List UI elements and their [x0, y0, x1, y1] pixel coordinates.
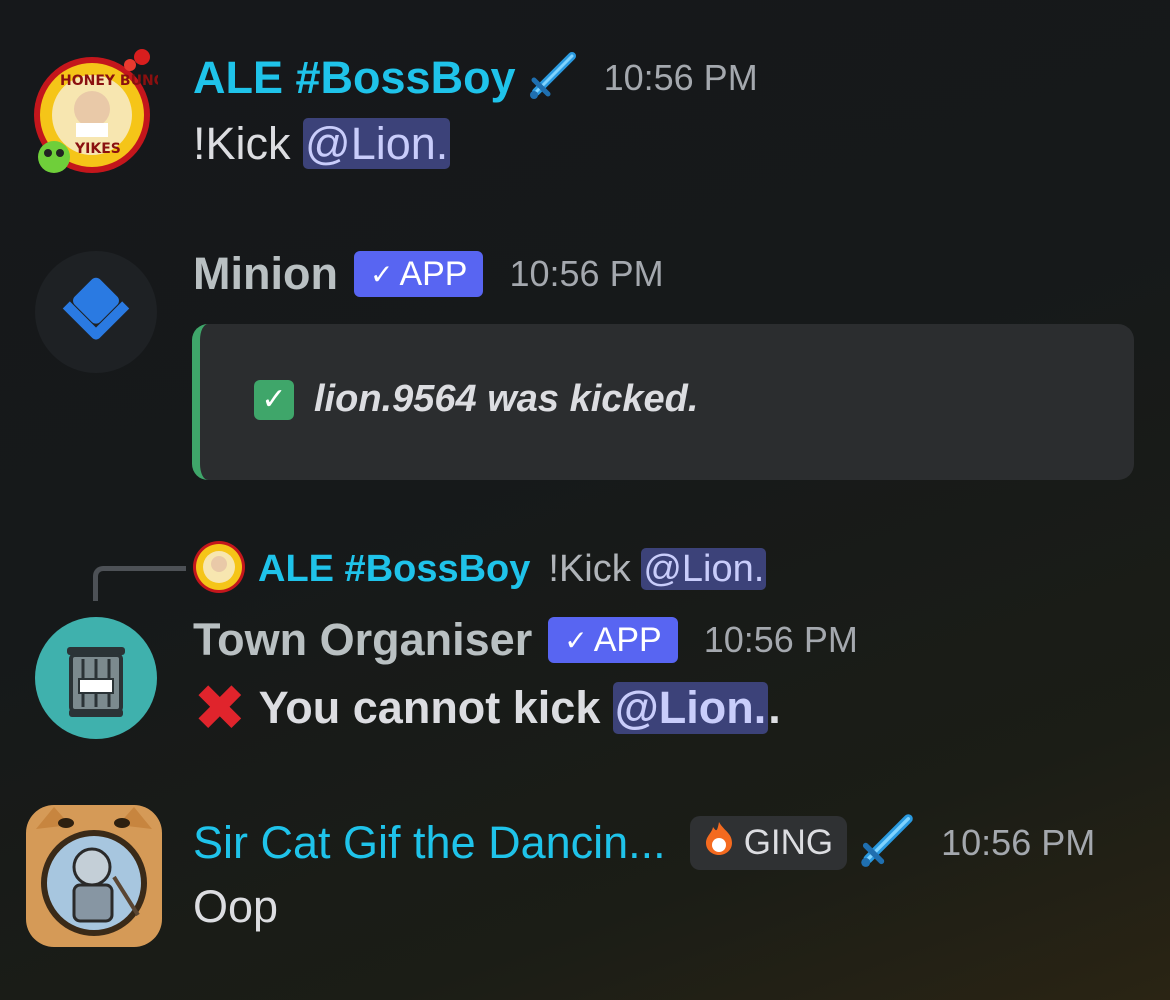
green-check-icon: ✓ [254, 379, 294, 420]
svg-text:YIKES: YIKES [74, 141, 121, 157]
app-badge-label: APP [399, 254, 468, 293]
guild-tag-badge[interactable]: GING [689, 815, 848, 870]
user-mention[interactable]: @Lion. [612, 682, 769, 734]
reply-author[interactable]: ALE #BossBoy [258, 548, 530, 591]
message-text: !Kick [193, 118, 304, 169]
message-content: Oop [193, 881, 278, 933]
app-badge: ✓ APP [353, 251, 484, 297]
guild-tag-label: GING [743, 822, 834, 862]
message-header: Sir Cat Gif the Dancin... GING 10:56 PM [193, 812, 1095, 873]
svg-text:HONEY BUNCHES: HONEY BUNCHES [60, 73, 158, 89]
message-suffix: . [768, 682, 781, 733]
author-name[interactable]: Town Organiser [193, 614, 532, 666]
message-content: ✖ You cannot kick @Lion.. [193, 676, 781, 740]
user-mention[interactable]: @Lion. [303, 118, 451, 169]
sword-icon [859, 812, 915, 873]
minion-bot-avatar[interactable] [35, 251, 157, 373]
embed-text: lion.9564 was kicked. [314, 378, 699, 420]
checkmark-icon: ✓ [369, 258, 394, 290]
embed-content: ✓ lion.9564 was kicked. [254, 378, 698, 421]
message-text: Oop [193, 881, 279, 932]
reply-mention[interactable]: @Lion. [641, 548, 767, 590]
cat-knight-avatar[interactable] [26, 805, 162, 947]
bot-embed: ✓ lion.9564 was kicked. [192, 324, 1134, 480]
town-organiser-avatar[interactable] [35, 617, 157, 739]
message-content: !Kick @Lion. [193, 118, 451, 170]
red-x-icon: ✖ [193, 672, 247, 744]
author-name[interactable]: Sir Cat Gif the Dancin... [193, 817, 666, 869]
checkmark-icon: ✓ [564, 624, 588, 656]
app-badge: ✓ APP [548, 617, 678, 663]
sword-icon [528, 50, 578, 105]
timestamp: 10:56 PM [703, 619, 858, 660]
message-header: ALE #BossBoy 10:56 PM [193, 50, 758, 105]
reply-preview[interactable]: ALE #BossBoy !Kick @Lion. [192, 540, 767, 599]
reply-avatar [192, 540, 246, 599]
timestamp: 10:56 PM [941, 821, 1096, 863]
timestamp: 10:56 PM [603, 56, 758, 98]
reply-text-prefix: !Kick [548, 548, 642, 590]
reply-text: !Kick @Lion. [548, 548, 767, 591]
timestamp: 10:56 PM [509, 253, 664, 294]
message-header: Minion ✓ APP 10:56 PM [193, 248, 664, 300]
author-name[interactable]: Minion [193, 248, 338, 300]
message-text: You cannot kick [258, 682, 613, 733]
author-name[interactable]: ALE #BossBoy [193, 52, 516, 104]
honey-bunches-avatar[interactable]: HONEY BUNCHES YIKES [30, 45, 158, 185]
message-header: Town Organiser ✓ APP 10:56 PM [193, 614, 858, 666]
app-badge-label: APP [593, 620, 662, 659]
fire-icon [700, 819, 738, 866]
reply-connector [93, 566, 186, 601]
